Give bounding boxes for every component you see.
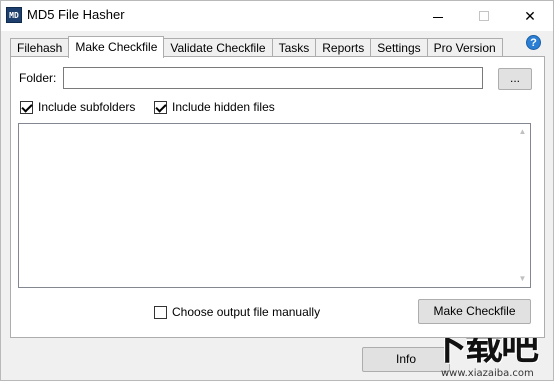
minimize-icon <box>433 16 443 18</box>
checkbox-checked-icon[interactable] <box>154 100 167 114</box>
maximize-button <box>461 1 507 31</box>
info-button[interactable]: Info <box>362 347 450 372</box>
tab-make-checkfile[interactable]: Make Checkfile <box>68 36 165 58</box>
choose-output-file-label: Choose output file manually <box>172 305 321 319</box>
folder-label: Folder: <box>19 71 57 85</box>
include-hidden-files-label: Include hidden files <box>172 100 275 114</box>
include-subfolders-checkbox[interactable]: Include subfolders <box>20 100 135 114</box>
tab-validate-checkfile[interactable]: Validate Checkfile <box>163 38 273 57</box>
app-icon: MD <box>6 7 22 23</box>
tab-reports[interactable]: Reports <box>315 38 372 57</box>
maximize-icon <box>479 11 489 21</box>
include-subfolders-label: Include subfolders <box>38 100 136 114</box>
tab-pro-version[interactable]: Pro Version <box>426 38 503 57</box>
scroll-down-icon[interactable]: ▼ <box>518 275 527 283</box>
browse-button[interactable]: ... <box>498 68 532 90</box>
checkbox-checked-icon[interactable] <box>20 100 33 114</box>
title-bar[interactable]: MD MD5 File Hasher ✕ <box>1 1 553 31</box>
close-icon: ✕ <box>524 7 536 24</box>
tab-bar: Filehash Make Checkfile Validate Checkfi… <box>10 36 503 58</box>
tab-tasks[interactable]: Tasks <box>271 38 317 57</box>
checkbox-unchecked-icon[interactable] <box>154 305 167 319</box>
watermark-url: www.xiazaiba.com <box>441 368 534 379</box>
app-window: MD MD5 File Hasher ✕ Filehash Make Check… <box>0 0 554 381</box>
choose-output-file-checkbox[interactable]: Choose output file manually <box>154 305 320 319</box>
minimize-button[interactable] <box>415 1 461 31</box>
include-hidden-files-checkbox[interactable]: Include hidden files <box>154 100 275 114</box>
window-title: MD5 File Hasher <box>27 7 125 22</box>
make-checkfile-button[interactable]: Make Checkfile <box>418 299 531 324</box>
output-textarea[interactable]: ▲ ▼ <box>18 123 531 288</box>
scroll-up-icon[interactable]: ▲ <box>518 128 527 136</box>
help-icon[interactable]: ? <box>526 35 541 50</box>
make-checkfile-panel: Folder: ... Include subfolders Include h… <box>10 56 545 338</box>
tab-filehash[interactable]: Filehash <box>10 38 70 57</box>
tab-settings[interactable]: Settings <box>370 38 428 57</box>
folder-input[interactable] <box>63 67 483 89</box>
close-button[interactable]: ✕ <box>507 1 553 31</box>
